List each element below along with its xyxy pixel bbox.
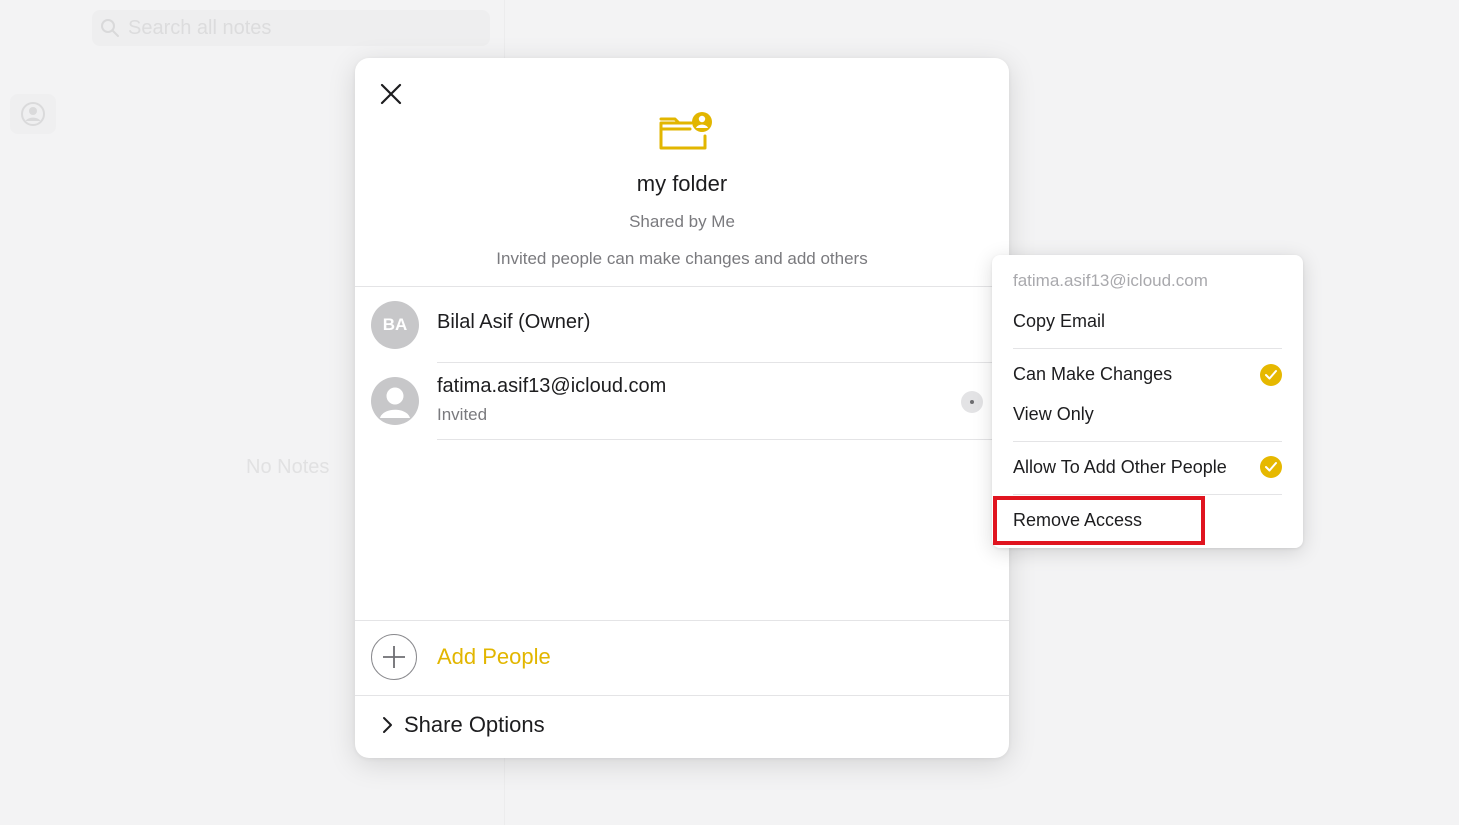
share-options-button[interactable]: Share Options [355, 696, 1009, 756]
avatar: BA [371, 301, 419, 349]
share-options-label: Share Options [404, 712, 545, 737]
permission-summary: Invited people can make changes and add … [496, 249, 868, 268]
participant-name: fatima.asif13@icloud.com [437, 375, 667, 397]
allow-add-others-label: Allow To Add Other People [1013, 456, 1227, 477]
more-options-button[interactable] [961, 391, 983, 413]
plus-icon [371, 634, 417, 680]
participant-status: Invited [437, 405, 488, 424]
shared-folder-icon [659, 112, 712, 150]
add-people-label: Add People [437, 644, 551, 669]
remove-access-menu-item[interactable]: Remove Access [1013, 505, 1283, 535]
empty-notes-text: No Notes [246, 456, 330, 478]
participant-context-menu: fatima.asif13@icloud.com Copy Email Can … [992, 255, 1303, 548]
account-button[interactable] [10, 94, 56, 134]
participant-row[interactable]: BA Bilal Asif (Owner) [355, 287, 1009, 362]
folder-name: my folder [636, 171, 728, 196]
menu-divider [1013, 348, 1282, 349]
view-only-menu-item[interactable]: View Only [1013, 399, 1283, 429]
allow-add-others-menu-item[interactable]: Allow To Add Other People [1013, 452, 1283, 482]
menu-email-header: fatima.asif13@icloud.com [1013, 271, 1208, 290]
more-icon [970, 400, 974, 404]
participant-row[interactable]: fatima.asif13@icloud.com Invited [355, 363, 1009, 439]
can-make-changes-label: Can Make Changes [1013, 363, 1173, 384]
menu-divider [1013, 441, 1282, 442]
account-icon [21, 102, 45, 126]
add-people-button[interactable]: Add People [355, 621, 1009, 695]
chevron-right-icon [381, 714, 395, 736]
menu-divider [1013, 494, 1282, 495]
checkmark-icon [1260, 364, 1282, 386]
person-placeholder-icon [380, 387, 410, 418]
checkmark-icon [1260, 456, 1282, 478]
row-divider [437, 439, 1009, 440]
search-bar[interactable]: Search all notes [92, 10, 490, 46]
close-icon [380, 83, 402, 105]
search-icon [98, 16, 122, 40]
shared-status: Shared by Me [629, 212, 735, 231]
can-make-changes-menu-item[interactable]: Can Make Changes [1013, 359, 1283, 389]
search-placeholder: Search all notes [128, 16, 272, 39]
close-button[interactable] [375, 78, 407, 110]
avatar [371, 377, 419, 425]
share-folder-dialog: my folder Shared by Me Invited people ca… [355, 58, 1009, 758]
copy-email-menu-item[interactable]: Copy Email [1013, 306, 1283, 336]
participant-name: Bilal Asif (Owner) [437, 311, 591, 333]
